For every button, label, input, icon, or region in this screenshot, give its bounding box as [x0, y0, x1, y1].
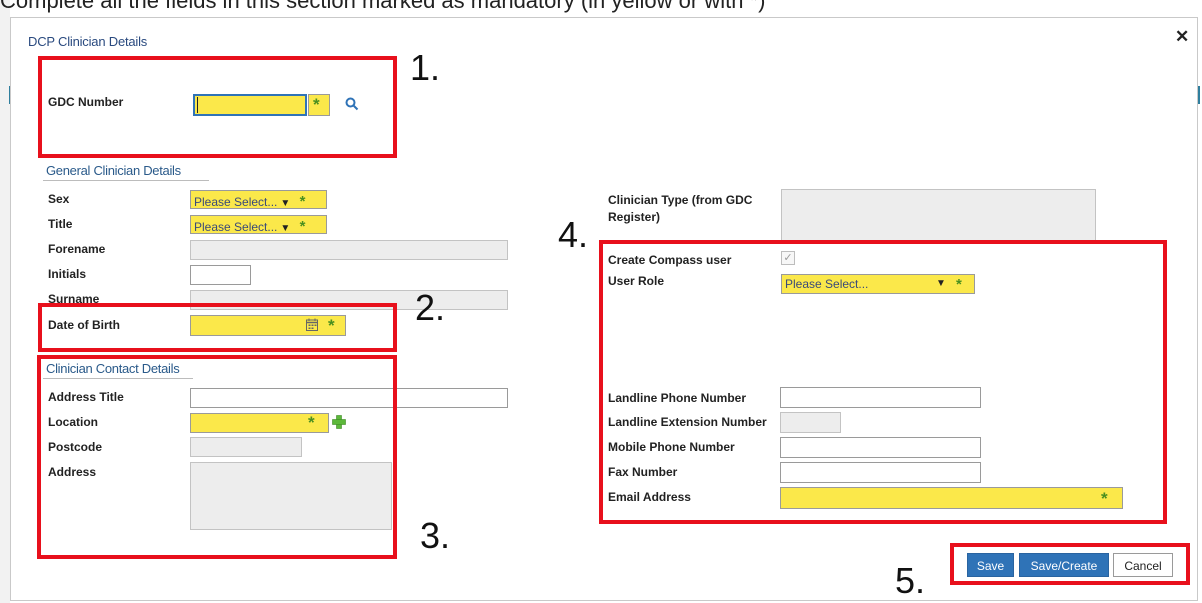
instruction-text: Complete all the fields in this section …	[0, 0, 766, 13]
required-star-icon: *	[299, 193, 306, 210]
sex-select[interactable]: Please Select... ▼ *	[190, 190, 327, 210]
title-label: Title	[48, 217, 73, 231]
annotation-marker-1: 1.	[410, 47, 441, 88]
annotation-box-3	[37, 355, 397, 559]
general-details-heading: General Clinician Details	[46, 163, 181, 178]
initials-input[interactable]	[190, 265, 251, 285]
annotation-marker-3: 3.	[420, 515, 451, 556]
annotation-box-4	[599, 240, 1167, 524]
forename-label: Forename	[48, 242, 106, 256]
initials-label: Initials	[48, 267, 87, 281]
clinician-type-field	[781, 189, 1096, 241]
chevron-down-icon: ▼	[280, 198, 291, 209]
annotation-box-1	[38, 56, 397, 158]
annotation-box-5	[950, 543, 1190, 585]
title-select-value: Please Select...	[194, 220, 278, 234]
title-select[interactable]: Please Select... ▼ *	[190, 215, 327, 235]
section-divider	[43, 180, 209, 181]
forename-field	[190, 240, 508, 260]
clinician-type-label: Clinician Type (from GDC Register)	[608, 193, 753, 224]
annotation-marker-5: 5.	[895, 560, 926, 601]
chevron-down-icon: ▼	[280, 223, 291, 234]
annotation-box-2	[38, 303, 397, 352]
required-star-icon: *	[299, 218, 306, 235]
sex-label: Sex	[48, 192, 70, 206]
annotation-marker-2: 2.	[415, 287, 446, 328]
close-icon[interactable]: ✕	[1175, 27, 1189, 47]
annotation-marker-4: 4.	[558, 214, 589, 255]
dialog-title: DCP Clinician Details	[28, 34, 148, 49]
sex-select-value: Please Select...	[194, 195, 278, 209]
